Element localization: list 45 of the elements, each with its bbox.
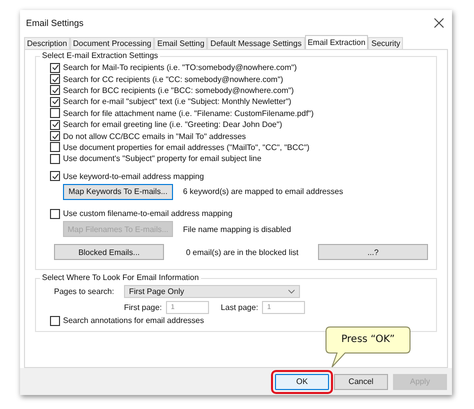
help-button[interactable]: ...? xyxy=(318,244,428,260)
checkbox-label[interactable]: Search for Mail-To recipients (i.e. "TO:somebody@nowhere.com") xyxy=(63,63,297,72)
caret-icon xyxy=(288,289,295,294)
tab[interactable]: Email Setting xyxy=(154,37,208,49)
tab[interactable]: Description xyxy=(24,37,70,49)
field-label: First page: xyxy=(124,302,162,312)
status-text: 6 keyword(s) are mapped to email addresses xyxy=(183,187,344,196)
mapping-button[interactable]: Map Keywords To E-mails... xyxy=(63,184,173,200)
field-label: Last page: xyxy=(220,302,258,312)
checkbox[interactable] xyxy=(50,171,60,182)
checkbox-label[interactable]: Search for file attachment name (i.e. "Filename: CustomFilename.pdf") xyxy=(63,108,314,118)
checkbox[interactable] xyxy=(50,96,60,107)
blocked-emails-button[interactable]: Blocked Emails... xyxy=(54,244,164,260)
checkbox-label[interactable]: Do not allow CC/BCC emails in "Mail To" addresses xyxy=(63,132,246,141)
checkbox[interactable] xyxy=(50,316,60,326)
checkbox[interactable] xyxy=(50,108,60,118)
dialog-button[interactable]: Cancel xyxy=(334,374,388,390)
tab[interactable]: Email Extraction xyxy=(304,35,368,49)
checkbox[interactable] xyxy=(50,74,60,84)
group-title: Select Where To Look For Email Information xyxy=(40,273,201,282)
callout-text: Press “OK” xyxy=(340,332,396,346)
checkbox-label[interactable]: Search for BCC recipients (i.e "BCC: somebody@nowhere.com") xyxy=(63,86,294,95)
checkbox[interactable] xyxy=(50,154,60,164)
tab[interactable]: Security xyxy=(368,37,404,49)
checkbox-label[interactable]: Search for email greeting line (i.e. "Greeting: Dear John Doe") xyxy=(63,120,282,130)
checkbox[interactable] xyxy=(50,142,60,152)
status-text: 0 email(s) are in the blocked list xyxy=(186,248,300,257)
checkbox[interactable] xyxy=(50,120,60,130)
tab[interactable]: Document Processing xyxy=(70,37,154,49)
close-icon[interactable] xyxy=(434,18,444,28)
window-title: Email Settings xyxy=(26,18,84,28)
checkbox[interactable] xyxy=(50,62,60,73)
field-label: Pages to search: xyxy=(54,287,116,296)
checkbox[interactable] xyxy=(50,85,60,96)
checkbox-label[interactable]: Search annotations for email addresses xyxy=(63,316,204,326)
checkbox-label[interactable]: Use document's "Subject" property for email subject line xyxy=(63,154,262,164)
checkbox-label[interactable]: Search for e-mail "subject" text (i.e "Subject: Monthly Newletter") xyxy=(63,97,292,106)
checkbox-label[interactable]: Use document properties for email addresses ("MailTo", "CC", "BCC") xyxy=(63,142,310,152)
checkbox[interactable] xyxy=(50,131,60,142)
checkbox-label[interactable]: Use keyword-to-email address mapping xyxy=(63,172,204,181)
pages-dropdown[interactable]: First Page Only xyxy=(124,285,300,298)
group-title: Select E-mail Extraction Settings xyxy=(40,51,160,60)
tab[interactable]: Default Message Settings xyxy=(207,37,305,49)
status-text: File name mapping is disabled xyxy=(183,224,292,234)
checkbox-label[interactable]: Search for CC recipients (i.e "CC: somebody@nowhere.com") xyxy=(63,74,284,84)
